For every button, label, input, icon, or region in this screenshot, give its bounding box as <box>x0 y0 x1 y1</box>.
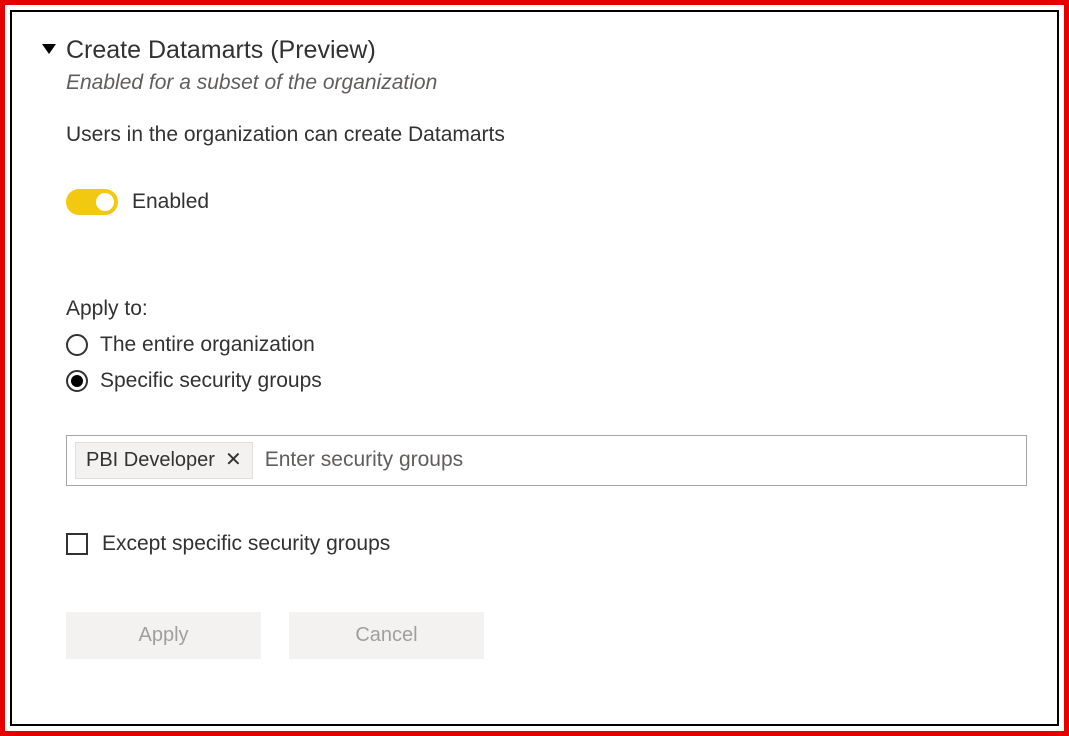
enabled-toggle-row: Enabled <box>66 189 1027 215</box>
radio-entire-label: The entire organization <box>100 333 315 357</box>
except-checkbox[interactable] <box>66 533 88 555</box>
cancel-button[interactable]: Cancel <box>289 612 484 659</box>
section-description: Users in the organization can create Dat… <box>66 123 1027 147</box>
radio-entire-organization[interactable]: The entire organization <box>66 333 1027 357</box>
apply-button[interactable]: Apply <box>66 612 261 659</box>
radio-specific-groups[interactable]: Specific security groups <box>66 369 1027 393</box>
radio-icon <box>66 334 88 356</box>
radio-specific-label: Specific security groups <box>100 369 322 393</box>
section-content: Users in the organization can create Dat… <box>66 123 1027 659</box>
toggle-knob <box>96 193 114 211</box>
apply-to-label: Apply to: <box>66 297 1027 321</box>
section-subtitle: Enabled for a subset of the organization <box>66 71 1027 95</box>
header-text: Create Datamarts (Preview) Enabled for a… <box>66 34 1027 95</box>
radio-icon-selected <box>66 370 88 392</box>
enabled-toggle-label: Enabled <box>132 190 209 214</box>
except-checkbox-row[interactable]: Except specific security groups <box>66 532 1027 556</box>
caret-down-icon <box>42 44 56 54</box>
button-row: Apply Cancel <box>66 612 1027 659</box>
inner-frame: Create Datamarts (Preview) Enabled for a… <box>10 10 1059 726</box>
security-groups-input-container[interactable]: PBI Developer ✕ <box>66 435 1027 486</box>
apply-to-radio-group: The entire organization Specific securit… <box>66 333 1027 393</box>
except-checkbox-label: Except specific security groups <box>102 532 390 556</box>
outer-frame: Create Datamarts (Preview) Enabled for a… <box>0 0 1069 736</box>
tag-remove-icon[interactable]: ✕ <box>225 450 242 470</box>
section-header[interactable]: Create Datamarts (Preview) Enabled for a… <box>42 34 1027 95</box>
section-title: Create Datamarts (Preview) <box>66 34 1027 67</box>
tag-text: PBI Developer <box>86 449 215 472</box>
security-group-tag: PBI Developer ✕ <box>75 442 253 479</box>
security-groups-input[interactable] <box>261 444 1018 476</box>
enabled-toggle[interactable] <box>66 189 118 215</box>
